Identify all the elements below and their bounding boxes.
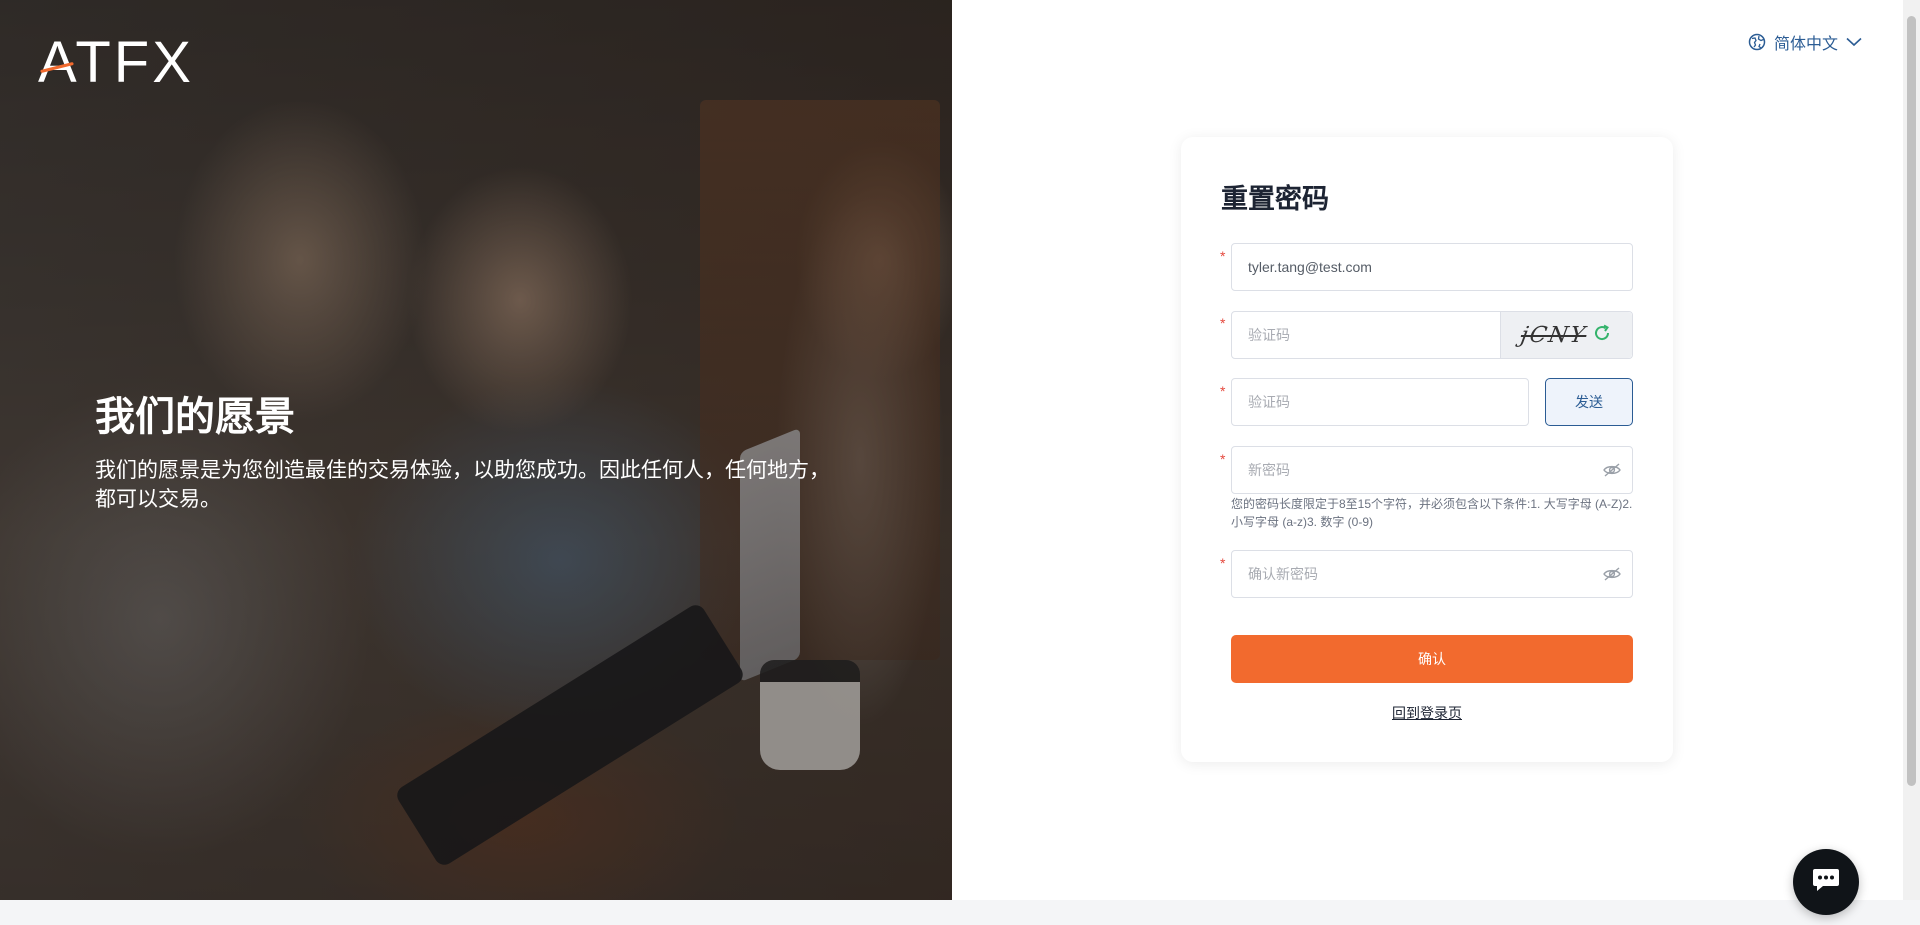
chat-bubble-icon xyxy=(1811,866,1841,899)
chevron-down-icon xyxy=(1846,37,1862,47)
confirm-password-field[interactable] xyxy=(1231,550,1633,598)
password-hint: 您的密码长度限定于8至15个字符，并必须包含以下条件:1. 大写字母 (A-Z)… xyxy=(1231,497,1633,529)
hero-panel: ATFX 我们的愿景 我们的愿景是为您创造最佳的交易体验，以助您成功。因此任何人… xyxy=(0,0,952,900)
email-input[interactable] xyxy=(1232,244,1632,290)
captcha-image[interactable]: jCNY xyxy=(1500,312,1632,358)
captcha-text: jCNY xyxy=(1518,322,1589,348)
eye-off-icon[interactable] xyxy=(1592,566,1632,582)
verification-code-input[interactable] xyxy=(1232,379,1528,425)
language-label: 简体中文 xyxy=(1774,36,1839,53)
email-field[interactable] xyxy=(1231,243,1633,291)
card-title: 重置密码 xyxy=(1221,184,1329,214)
atfx-logo: ATFX xyxy=(38,30,194,95)
reset-password-card: 重置密码 * * jCNY * 发送 xyxy=(1181,137,1673,762)
globe-icon xyxy=(1748,33,1766,51)
chat-button[interactable] xyxy=(1793,849,1859,915)
new-password-input[interactable] xyxy=(1232,447,1592,493)
confirm-password-input[interactable] xyxy=(1232,551,1592,597)
language-selector[interactable]: 简体中文 xyxy=(1748,30,1862,54)
page-scrollbar[interactable] xyxy=(1903,0,1920,900)
verification-code-field[interactable] xyxy=(1231,378,1529,426)
back-to-login-link[interactable]: 回到登录页 xyxy=(1181,703,1673,723)
page: ATFX 我们的愿景 我们的愿景是为您创造最佳的交易体验，以助您成功。因此任何人… xyxy=(0,0,1920,900)
required-mark: * xyxy=(1220,248,1226,264)
captcha-input[interactable] xyxy=(1232,312,1500,358)
captcha-field[interactable]: jCNY xyxy=(1231,311,1633,359)
scrollbar-thumb[interactable] xyxy=(1907,16,1916,786)
required-mark: * xyxy=(1220,451,1226,467)
required-mark: * xyxy=(1220,555,1226,571)
hero-description: 我们的愿景是为您创造最佳的交易体验，以助您成功。因此任何人，任何地方，都可以交易… xyxy=(95,459,830,511)
required-mark: * xyxy=(1220,383,1226,399)
new-password-field[interactable] xyxy=(1231,446,1633,494)
confirm-button[interactable]: 确认 xyxy=(1231,635,1633,683)
refresh-icon[interactable] xyxy=(1592,323,1612,348)
required-mark: * xyxy=(1220,315,1226,331)
hero-title: 我们的愿景 xyxy=(95,395,295,439)
eye-off-icon[interactable] xyxy=(1592,462,1632,478)
send-code-button[interactable]: 发送 xyxy=(1545,378,1633,426)
